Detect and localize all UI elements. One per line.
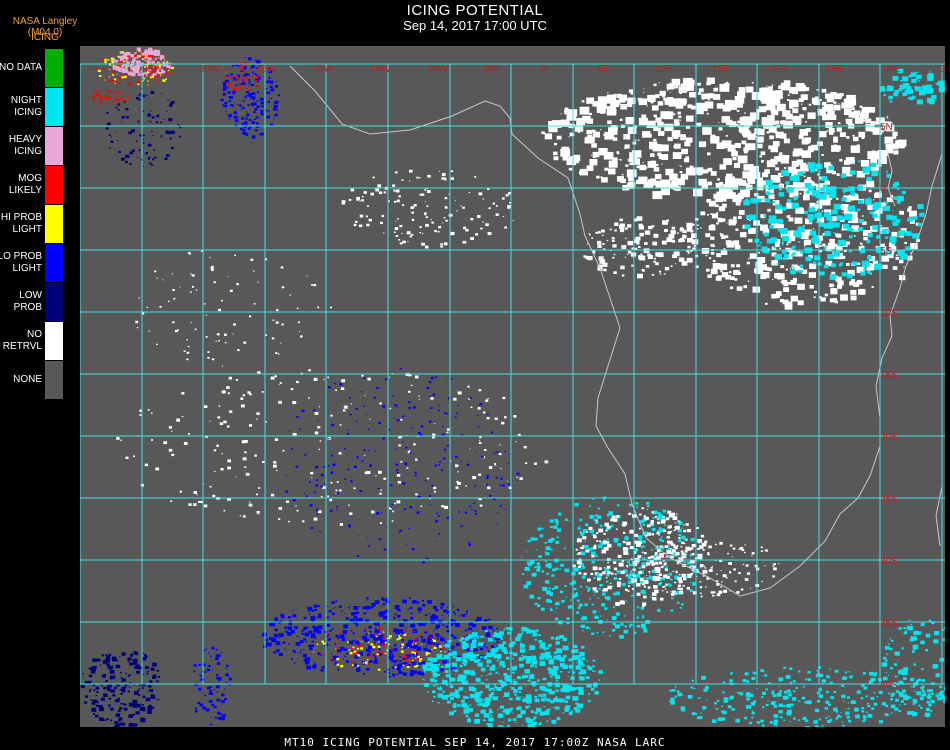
longitude-label: 20E	[769, 64, 787, 75]
longitude-label: 5E	[598, 64, 611, 75]
legend-swatch	[44, 87, 64, 127]
legend-item: LOW PROB	[0, 282, 66, 322]
legend-label: LO PROB LIGHT	[0, 251, 42, 274]
longitude-label: 35E	[940, 64, 945, 75]
product-label: ICING	[31, 32, 59, 43]
legend-item: NONE	[0, 360, 66, 400]
legend-label: NONE	[13, 374, 42, 385]
longitude-label: 25E	[826, 64, 844, 75]
legend-swatch	[44, 48, 64, 88]
header-title: ICING POTENTIAL	[406, 2, 544, 19]
longitude-label: 20W	[313, 64, 334, 75]
map-panel: 35W 30W 25W 20W 15W 10W 5W 0 5E 10E 15E 20E 25E 30E 3 5…	[80, 46, 945, 727]
legend-item: NIGHT ICING	[0, 87, 66, 127]
latitude-label: 5N	[880, 122, 893, 133]
footer-caption: MT10 ICING POTENTIAL SEP 14, 2017 17:00Z…	[284, 736, 666, 749]
legend-label: NIGHT ICING	[10, 95, 42, 118]
longitude-label: 25W	[256, 64, 277, 75]
legend-item: MOG LIKELY	[0, 165, 66, 205]
longitude-label: 15E	[712, 64, 730, 75]
legend-item: NO RETRVL	[0, 321, 66, 361]
legend-label: HEAVY ICING	[8, 134, 42, 157]
legend-item: HI PROB LIGHT	[0, 204, 66, 244]
longitude-label: 0	[541, 64, 547, 75]
longitude-label: 30W	[199, 64, 220, 75]
legend-item: LO PROB LIGHT	[0, 243, 66, 283]
longitude-label: 15W	[370, 64, 391, 75]
legend-swatch	[44, 243, 64, 283]
longitude-label: 5W	[484, 64, 500, 75]
longitude-label: 10E	[655, 64, 673, 75]
legend-swatch	[44, 282, 64, 322]
latitude-label: 10S	[880, 308, 898, 319]
satellite-map: 35W 30W 25W 20W 15W 10W 5W 0 5E 10E 15E 20E 25E 30E 3 5…	[80, 47, 945, 727]
legend-label: HI PROB LIGHT	[0, 212, 42, 235]
latitude-label: 0	[880, 184, 886, 195]
latitude-label: 40S	[880, 680, 898, 691]
legend-item: NO DATA	[0, 48, 66, 88]
legend-label: NO RETRVL	[2, 329, 42, 352]
longitude-label: 30E	[883, 64, 901, 75]
legend-item: HEAVY ICING	[0, 126, 66, 166]
legend-label: LOW PROB	[13, 290, 42, 313]
legend-swatch	[44, 126, 64, 166]
legend-label: MOG LIKELY	[8, 173, 42, 196]
legend-swatch	[44, 165, 64, 205]
longitude-label: 35W	[142, 64, 163, 75]
legend-swatch	[44, 360, 64, 400]
latitude-label: 30S	[880, 556, 898, 567]
legend: NO DATA NIGHT ICING HEAVY ICING MOG LIKELY H…	[0, 48, 66, 400]
latitude-label: 5S	[880, 246, 893, 257]
longitude-label: 10W	[427, 64, 448, 75]
legend-swatch	[44, 321, 64, 361]
madagascar-coast	[935, 485, 943, 547]
legend-label: NO DATA	[0, 62, 42, 73]
latitude-label: 25S	[880, 494, 898, 505]
latitude-label: 20S	[880, 432, 898, 443]
latitude-label: 15S	[880, 370, 898, 381]
header-timestamp: Sep 14, 2017 17:00 UTC	[403, 18, 547, 33]
legend-swatch	[44, 204, 64, 244]
latitude-label: 35S	[880, 618, 898, 629]
